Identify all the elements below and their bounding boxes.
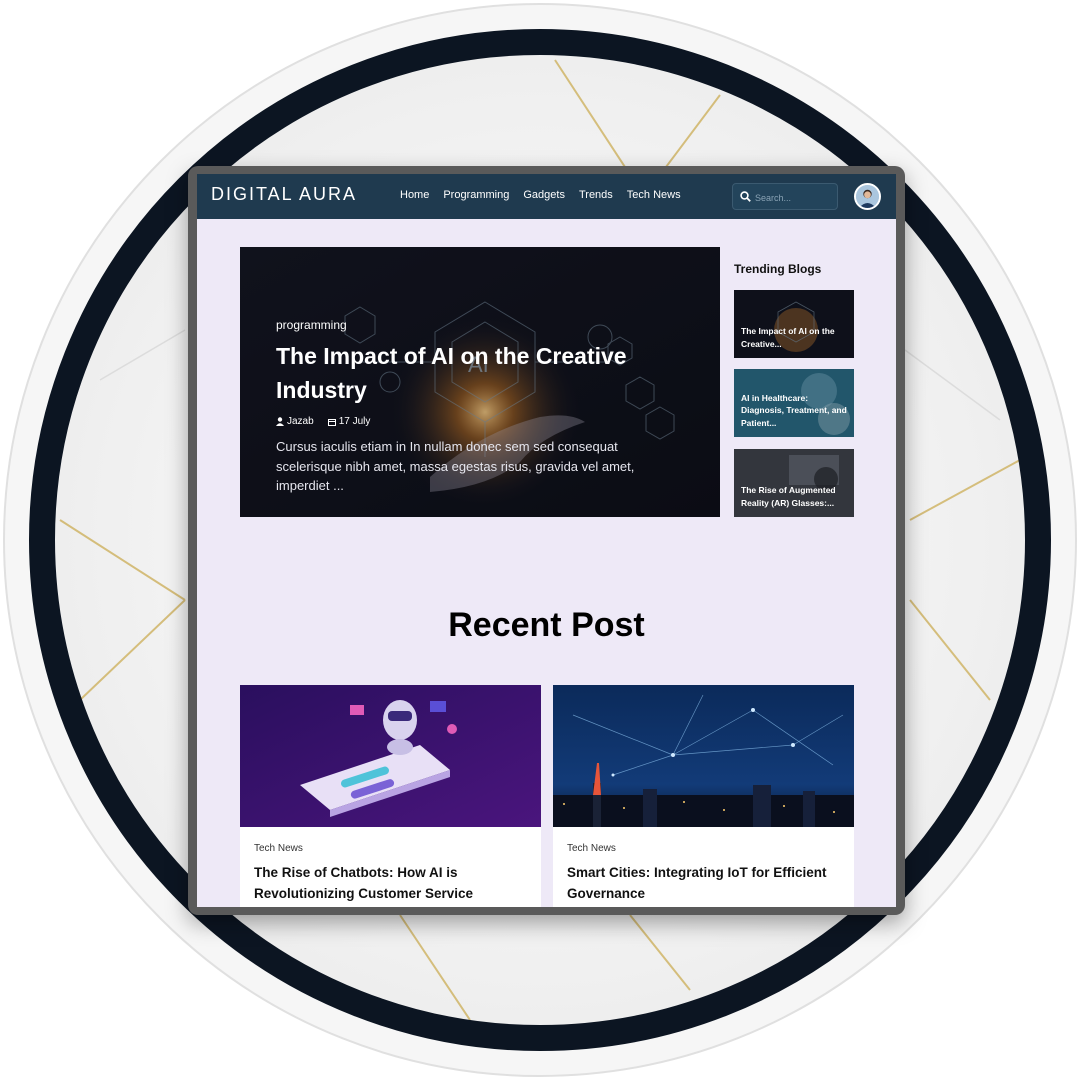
hero-author[interactable]: Jazab [287,416,314,427]
post-category[interactable]: Tech News [567,843,616,854]
nav-gadgets[interactable]: Gadgets [523,189,565,201]
search-icon [740,191,751,202]
main-menu: Home Programming Gadgets Trends Tech New… [400,189,681,201]
post-thumbnail [553,685,854,827]
hero-category[interactable]: programming [276,318,347,332]
search-input[interactable] [753,188,837,207]
trending-item-title[interactable]: The Impact of AI on the Creative... [741,325,847,350]
hero-date: 17 July [338,416,371,427]
post-card[interactable]: Tech News The Rise of Chatbots: How AI i… [240,685,541,907]
calendar-icon [327,418,336,426]
site-logo[interactable]: DIGITAL AURA [211,184,357,205]
trending-item[interactable]: The Rise of Augmented Reality (AR) Glass… [734,449,854,517]
trending-item[interactable]: AI in Healthcare: Diagnosis, Treatment, … [734,369,854,437]
nav-tech-news[interactable]: Tech News [627,189,681,201]
nav-home[interactable]: Home [400,189,429,201]
post-title[interactable]: Smart Cities: Integrating IoT for Effici… [567,862,842,904]
trending-item[interactable]: The Impact of AI on the Creative... [734,290,854,358]
user-icon [276,417,284,426]
hero-meta: Jazab 17 July [276,416,370,427]
post-thumbnail [240,685,541,827]
laptop-screen-frame: DIGITAL AURA Home Programming Gadgets Tr… [188,166,905,915]
browser-viewport: DIGITAL AURA Home Programming Gadgets Tr… [197,174,896,907]
hero-title[interactable]: The Impact of AI on the Creative Industr… [276,339,696,407]
trending-heading: Trending Blogs [734,262,822,276]
hero-excerpt: Cursus iaculis etiam in In nullam donec … [276,439,635,493]
user-avatar[interactable] [854,183,881,210]
top-navbar: DIGITAL AURA Home Programming Gadgets Tr… [197,174,896,219]
trending-item-title[interactable]: The Rise of Augmented Reality (AR) Glass… [741,484,847,509]
recent-post-heading: Recent Post [448,606,645,644]
post-title[interactable]: The Rise of Chatbots: How AI is Revoluti… [254,862,529,904]
post-category[interactable]: Tech News [254,843,303,854]
post-card[interactable]: Tech News Smart Cities: Integrating IoT … [553,685,854,907]
trending-item-title[interactable]: AI in Healthcare: Diagnosis, Treatment, … [741,392,847,430]
nav-trends[interactable]: Trends [579,189,613,201]
hero-featured-post[interactable]: AI programming The Impact of AI on the C… [240,247,720,517]
nav-programming[interactable]: Programming [443,189,509,201]
search-box[interactable] [732,183,838,210]
